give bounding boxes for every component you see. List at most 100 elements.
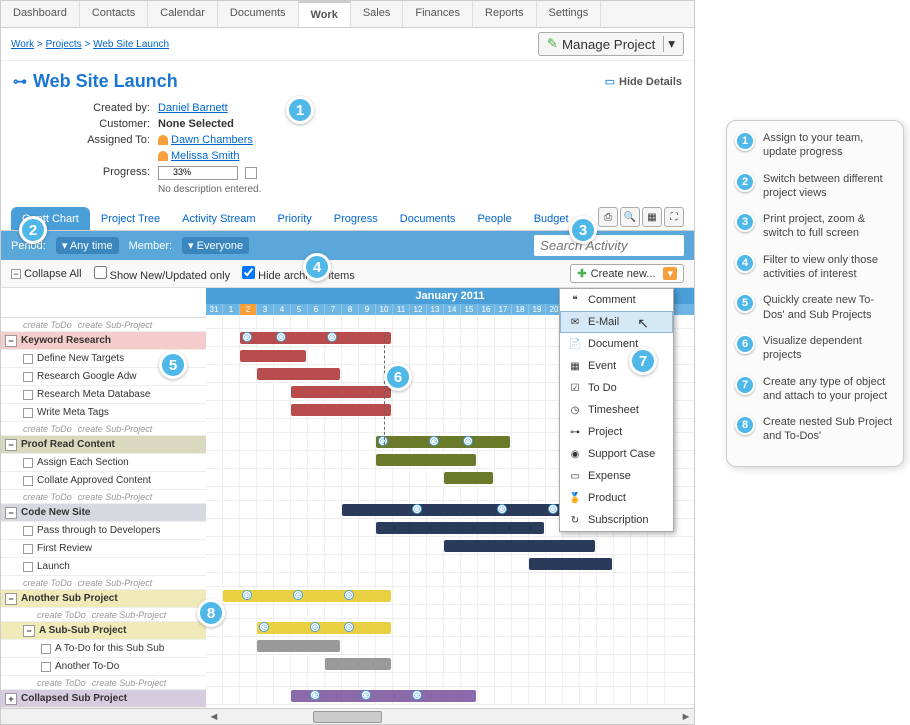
create-sub-link[interactable]: create Sub-Project (92, 678, 167, 688)
zoom-button[interactable]: 🔍 (620, 207, 640, 227)
menu-item-subscription[interactable]: ↻Subscription (560, 509, 673, 531)
checkbox-icon[interactable] (23, 390, 33, 400)
tab-work[interactable]: Work (299, 1, 351, 27)
checkbox-icon[interactable] (23, 372, 33, 382)
task-row[interactable]: Collate Approved Content (1, 472, 206, 490)
manage-project-button[interactable]: ✎ Manage Project ▾ (538, 32, 684, 56)
view-tab-activity[interactable]: Activity Stream (171, 207, 266, 230)
task-row[interactable]: Write Meta Tags (1, 404, 206, 422)
menu-item-timesheet[interactable]: ◷Timesheet (560, 399, 673, 421)
menu-label: E-Mail (588, 316, 619, 328)
task-group-keyword[interactable]: −Keyword Research (1, 332, 206, 350)
checkbox-icon[interactable] (23, 354, 33, 364)
checkbox-icon[interactable] (23, 562, 33, 572)
search-input[interactable] (534, 235, 684, 256)
menu-item-product[interactable]: 🏅Product (560, 487, 673, 509)
collapse-icon[interactable]: − (23, 625, 35, 637)
tab-calendar[interactable]: Calendar (148, 1, 218, 27)
scroll-left-icon[interactable]: ◄ (206, 711, 222, 723)
create-todo-link[interactable]: create ToDo (37, 678, 86, 688)
view-tab-priority[interactable]: Priority (267, 207, 323, 230)
task-row[interactable]: Pass through to Developers (1, 522, 206, 540)
tab-dashboard[interactable]: Dashboard (1, 1, 80, 27)
print-button[interactable]: ⎙ (598, 207, 618, 227)
view-tab-tree[interactable]: Project Tree (90, 207, 171, 230)
expand-icon[interactable]: + (5, 693, 17, 705)
create-sub-link[interactable]: create Sub-Project (92, 610, 167, 620)
checkbox-icon[interactable] (41, 662, 51, 672)
menu-item-comment[interactable]: ❝Comment (560, 289, 673, 311)
checkbox-icon[interactable] (23, 526, 33, 536)
checkbox-icon[interactable] (23, 544, 33, 554)
period-dropdown[interactable]: ▾ Any time (56, 237, 119, 254)
horizontal-scrollbar[interactable]: ◄ ► (1, 708, 694, 724)
created-by-label: Created by: (13, 102, 158, 114)
tab-sales[interactable]: Sales (351, 1, 404, 27)
menu-item-support[interactable]: ◉Support Case (560, 443, 673, 465)
tab-settings[interactable]: Settings (537, 1, 602, 27)
collapse-icon[interactable]: − (5, 439, 17, 451)
create-new-dropdown[interactable]: ✚ Create new... ▾ (570, 264, 684, 283)
chevron-down-icon: ▾ (663, 36, 675, 52)
scroll-right-icon[interactable]: ► (678, 711, 694, 723)
collapse-icon[interactable]: − (5, 593, 17, 605)
progress-stepper[interactable] (245, 167, 257, 179)
create-sub-link[interactable]: create Sub-Project (78, 578, 153, 588)
task-row[interactable]: First Review (1, 540, 206, 558)
period-value: Any time (70, 240, 113, 252)
create-todo-link[interactable]: create ToDo (23, 320, 72, 330)
created-by-link[interactable]: Daniel Barnett (158, 102, 228, 114)
task-group-code[interactable]: −Code New Site (1, 504, 206, 522)
task-row[interactable]: A To-Do for this Sub Sub (1, 640, 206, 658)
collapse-icon[interactable]: − (5, 335, 17, 347)
menu-item-email[interactable]: ✉E-Mail (560, 311, 673, 333)
checkbox-icon[interactable] (23, 408, 33, 418)
assignee-link-2[interactable]: Melissa Smith (171, 150, 239, 162)
fullscreen-button[interactable]: ⛶ (664, 207, 684, 227)
menu-item-todo[interactable]: ☑To Do (560, 377, 673, 399)
create-sub-link[interactable]: create Sub-Project (78, 320, 153, 330)
collapse-all-button[interactable]: − Collapse All (11, 268, 82, 280)
create-todo-link[interactable]: create ToDo (37, 610, 86, 620)
task-row[interactable]: Research Meta Database (1, 386, 206, 404)
menu-item-expense[interactable]: ▭Expense (560, 465, 673, 487)
tab-finances[interactable]: Finances (403, 1, 473, 27)
create-sub-link[interactable]: create Sub-Project (78, 492, 153, 502)
tab-contacts[interactable]: Contacts (80, 1, 148, 27)
tab-documents[interactable]: Documents (218, 1, 299, 27)
breadcrumb-work[interactable]: Work (11, 39, 34, 50)
task-label: Define New Targets (37, 353, 124, 364)
assignee-link-1[interactable]: Dawn Chambers (171, 134, 253, 146)
show-new-checkbox[interactable]: Show New/Updated only (94, 266, 231, 282)
hide-details-button[interactable]: ▭ Hide Details (605, 75, 682, 88)
task-row[interactable]: Another To-Do (1, 658, 206, 676)
create-links-row: create ToDo create Sub-Project (1, 490, 206, 504)
create-todo-link[interactable]: create ToDo (23, 424, 72, 434)
collapse-icon[interactable]: − (5, 507, 17, 519)
create-sub-link[interactable]: create Sub-Project (78, 424, 153, 434)
view-tab-people[interactable]: People (466, 207, 522, 230)
task-row[interactable]: Launch (1, 558, 206, 576)
checkbox-icon[interactable] (41, 644, 51, 654)
create-todo-link[interactable]: create ToDo (23, 492, 72, 502)
grid-button[interactable]: ▦ (642, 207, 662, 227)
member-dropdown[interactable]: ▾ Everyone (182, 237, 249, 254)
task-group-another[interactable]: −Another Sub Project (1, 590, 206, 608)
task-row[interactable]: Assign Each Section (1, 454, 206, 472)
progress-text: 33% (173, 167, 191, 177)
breadcrumb-projects[interactable]: Projects (46, 39, 82, 50)
menu-item-project[interactable]: ⊶Project (560, 421, 673, 443)
task-group-subsub[interactable]: −A Sub-Sub Project (1, 622, 206, 640)
scroll-thumb[interactable] (313, 711, 381, 723)
hide-archived-checkbox[interactable]: Hide archived items (242, 266, 355, 282)
task-group-collapsed[interactable]: +Collapsed Sub Project (1, 690, 206, 708)
tab-reports[interactable]: Reports (473, 1, 537, 27)
view-tab-documents[interactable]: Documents (389, 207, 467, 230)
checkbox-icon[interactable] (23, 476, 33, 486)
create-todo-link[interactable]: create ToDo (23, 578, 72, 588)
breadcrumb-current[interactable]: Web Site Launch (93, 39, 169, 50)
menu-item-document[interactable]: 📄Document (560, 333, 673, 355)
view-tab-progress[interactable]: Progress (323, 207, 389, 230)
task-group-proof[interactable]: −Proof Read Content (1, 436, 206, 454)
checkbox-icon[interactable] (23, 458, 33, 468)
